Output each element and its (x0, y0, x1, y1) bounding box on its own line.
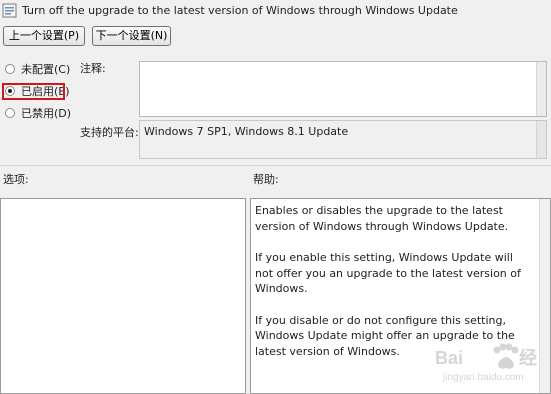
next-setting-button[interactable]: 下一个设置(N) (92, 26, 171, 46)
previous-setting-button[interactable]: 上一个设置(P) (3, 26, 85, 46)
radio-button-icon[interactable] (5, 64, 15, 74)
comment-scrollbar[interactable] (536, 62, 546, 116)
help-paragraph: If you enable this setting, Windows Upda… (255, 251, 521, 295)
radio-label: 已禁用(D) (21, 107, 72, 120)
section-divider (0, 165, 551, 166)
radio-disabled[interactable]: 已禁用(D) (5, 105, 71, 121)
supported-platform-value: Windows 7 SP1, Windows 8.1 Update (144, 125, 349, 138)
supported-platform-field: Windows 7 SP1, Windows 8.1 Update (139, 120, 547, 159)
options-pane (0, 198, 246, 394)
radio-label: 未配置(C) (21, 63, 71, 76)
radio-not-configured[interactable]: 未配置(C) (5, 61, 70, 77)
platform-scrollbar[interactable] (536, 121, 546, 158)
help-label: 帮助: (253, 173, 279, 186)
help-paragraph: Enables or disables the upgrade to the l… (255, 204, 509, 233)
policy-settings-icon (2, 3, 17, 18)
radio-button-icon[interactable] (5, 108, 15, 118)
comment-textarea[interactable] (139, 61, 547, 117)
highlight-annotation-box (2, 83, 65, 100)
options-label: 选项: (3, 173, 29, 186)
window-title: Turn off the upgrade to the latest versi… (22, 4, 458, 17)
svg-text:Bai: Bai (435, 348, 463, 368)
supported-platform-label: 支持的平台: (80, 126, 139, 139)
svg-text:jingyan.baidu.com: jingyan.baidu.com (442, 372, 524, 383)
baidu-watermark-logo: Bai 经 jingyan.baidu.com (435, 343, 537, 383)
svg-text:经: 经 (519, 347, 537, 368)
comment-label: 注释: (80, 62, 106, 75)
